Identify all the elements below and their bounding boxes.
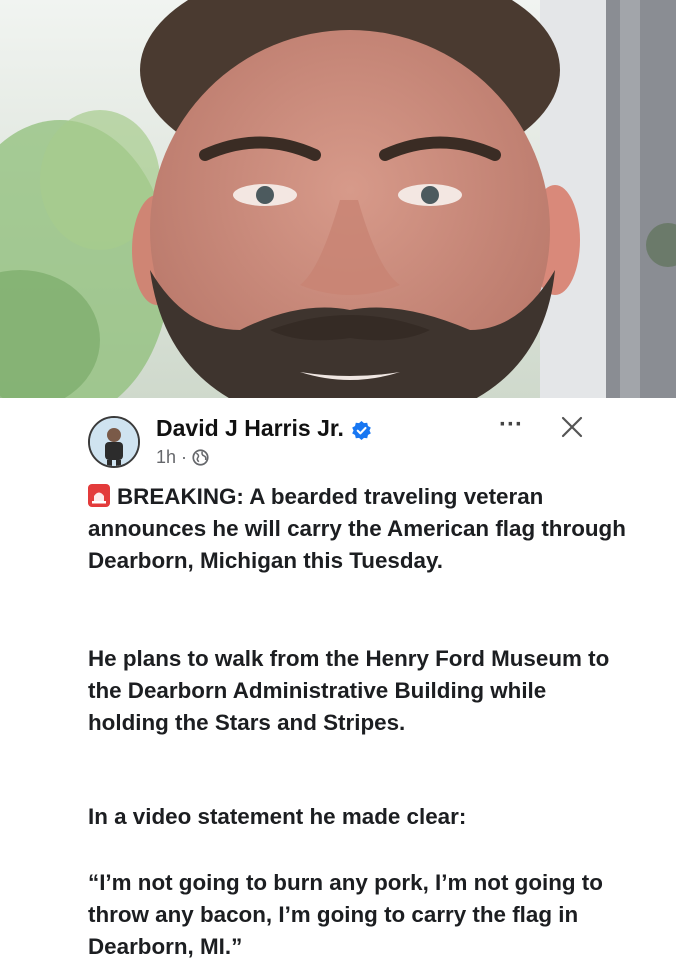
post-paragraph-route: He plans to walk from the Henry Ford Mus… xyxy=(88,646,610,735)
video-frame-illustration xyxy=(0,0,676,398)
more-options-button[interactable]: ··· xyxy=(499,411,523,439)
author-name[interactable]: David J Harris Jr. xyxy=(156,415,344,442)
post-meta: 1h · xyxy=(156,447,209,468)
post-timestamp[interactable]: 1h xyxy=(156,447,176,468)
meta-separator: · xyxy=(181,447,188,467)
post-paragraph-quote: “I’m not going to burn any pork, I’m not… xyxy=(88,870,603,959)
post-paragraph-1-text: BREAKING: A bearded traveling veteran an… xyxy=(88,484,626,573)
author-name-row: David J Harris Jr. xyxy=(156,415,371,442)
close-icon[interactable] xyxy=(557,412,587,442)
verified-badge-icon xyxy=(352,419,371,440)
post-paragraph-breaking: BREAKING: A bearded traveling veteran an… xyxy=(88,481,628,577)
globe-icon xyxy=(192,449,209,466)
police-light-emoji-icon xyxy=(88,484,110,507)
avatar-image xyxy=(90,418,138,466)
author-avatar[interactable] xyxy=(88,416,140,468)
video-still[interactable] xyxy=(0,0,676,398)
post-paragraph-statement-intro: In a video statement he made clear: xyxy=(88,804,467,829)
